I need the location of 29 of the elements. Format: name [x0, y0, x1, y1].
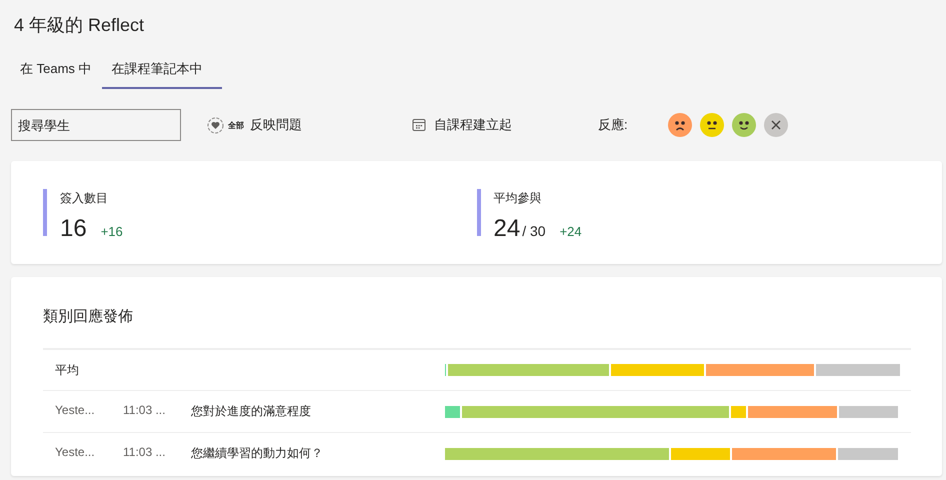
accent-bar — [476, 189, 480, 236]
stat-change: +24 — [560, 224, 582, 239]
page-title: 4 年級的 Reflect — [14, 14, 146, 37]
close-icon[interactable] — [764, 113, 788, 137]
stat-value: 24 — [494, 215, 520, 243]
stat-label: 簽入數目 — [60, 190, 109, 207]
tab[interactable]: 在課程筆記本中 — [102, 54, 222, 89]
row-label: 平均 — [55, 362, 79, 378]
stat-label: 平均參與 — [494, 190, 542, 207]
neutral-face-icon[interactable] — [700, 113, 724, 137]
smiley-face-icon[interactable] — [732, 113, 756, 137]
stat-value: 16 — [60, 215, 87, 243]
reactions-label: 反應: — [598, 116, 628, 134]
stat-change: +16 — [100, 224, 123, 239]
tab[interactable]: 在 Teams 中 — [10, 54, 102, 89]
question-text: 您繼續學習的動力如何？ — [191, 445, 323, 462]
sad-face-icon[interactable] — [668, 113, 692, 137]
calendar-icon — [412, 118, 426, 132]
section-title: 類別回應發佈 — [43, 307, 134, 326]
questions-filter[interactable]: 全部 反映問題 — [207, 116, 302, 134]
time-cell-text: 11:03 ... — [123, 403, 166, 419]
search-field[interactable]: 搜尋學生 — [11, 109, 181, 141]
question-text: 您對於進度的滿意程度 — [191, 403, 311, 420]
date-range-filter[interactable]: 自課程建立起 — [412, 116, 512, 134]
date-cell-text: Yeste... — [55, 403, 96, 419]
time-cell-text: 11:03 ... — [123, 445, 166, 461]
stat-total: / 30 — [522, 223, 546, 239]
accent-bar — [43, 189, 47, 236]
date-cell-text: Yeste... — [55, 445, 96, 461]
